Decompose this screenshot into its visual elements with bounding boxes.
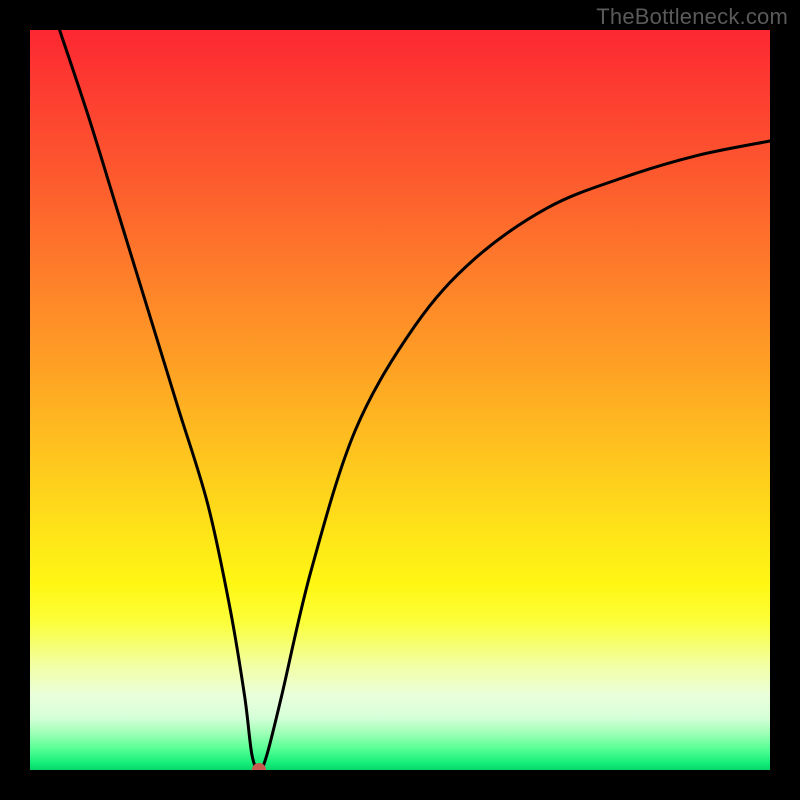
curve-svg xyxy=(30,30,770,770)
chart-frame: TheBottleneck.com xyxy=(0,0,800,800)
watermark-text: TheBottleneck.com xyxy=(596,4,788,30)
bottleneck-curve-path xyxy=(60,30,770,770)
minimum-marker xyxy=(252,763,266,770)
plot-area xyxy=(30,30,770,770)
